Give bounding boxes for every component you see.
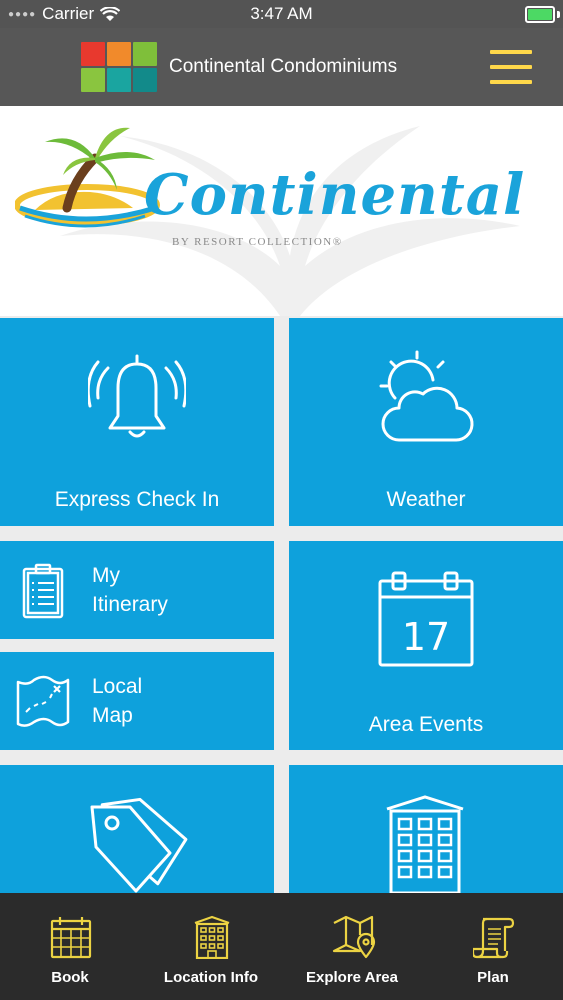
tab-location-info-label: Location Info — [163, 969, 259, 986]
tab-plan[interactable]: Plan — [423, 893, 563, 1000]
local-map-label-line1: Local — [92, 675, 143, 698]
battery-tip — [557, 11, 560, 18]
brand-name: Continental — [144, 162, 526, 228]
brand-subtitle: BY RESORT COLLECTION® — [172, 236, 343, 248]
hotel-building-icon — [194, 915, 230, 959]
tab-book-label: Book — [51, 969, 89, 986]
menu-line — [490, 50, 532, 54]
my-itinerary-label-line1: My — [92, 564, 120, 587]
weather-icon — [379, 350, 474, 442]
logo-square-5 — [107, 68, 131, 92]
weather-tile[interactable]: Weather — [289, 318, 563, 526]
treasure-map-icon — [16, 675, 70, 727]
battery-icon — [525, 6, 555, 23]
my-itinerary-tile[interactable]: My Itinerary — [0, 541, 274, 639]
weather-label: Weather — [386, 488, 466, 511]
clock: 3:47 AM — [250, 4, 313, 23]
menu-line — [490, 80, 532, 84]
deals-tile[interactable] — [0, 765, 274, 893]
tab-bar: Book Location Info Explore Area Plan — [0, 893, 563, 1000]
palm-island-logo — [15, 127, 160, 228]
status-bar: ●●●● Carrier 3:47 AM — [0, 0, 563, 28]
local-map-label-line2: Map — [92, 704, 133, 727]
map-pin-icon — [332, 915, 376, 959]
price-tag-icon — [90, 797, 188, 893]
logo-square-6 — [133, 68, 157, 92]
scroll-plan-icon — [473, 917, 515, 959]
express-check-in-tile[interactable]: Express Check In — [0, 318, 274, 526]
logo-square-4 — [81, 68, 105, 92]
my-itinerary-label-line2: Itinerary — [92, 593, 168, 616]
area-events-label: Area Events — [368, 713, 484, 736]
logo-square-1 — [81, 42, 105, 66]
calendar-grid-icon — [50, 917, 92, 959]
express-check-in-label: Express Check In — [54, 488, 220, 511]
calendar-day: 17 — [401, 615, 451, 659]
logo-square-3 — [133, 42, 157, 66]
tab-explore-area-label: Explore Area — [306, 969, 398, 986]
app-logo — [81, 42, 157, 92]
nav-bar: Continental Condominiums — [0, 28, 563, 106]
tab-explore-area[interactable]: Explore Area — [282, 893, 422, 1000]
brand-header: Continental BY RESORT COLLECTION® — [0, 106, 563, 316]
area-events-tile[interactable]: 17 Area Events — [289, 541, 563, 750]
menu-line — [490, 65, 532, 69]
tab-book[interactable]: Book — [0, 893, 140, 1000]
building-icon — [386, 795, 464, 893]
menu-button[interactable] — [490, 50, 532, 84]
app-title: Continental Condominiums — [169, 56, 398, 77]
bell-icon — [88, 354, 186, 438]
tab-location-info[interactable]: Location Info — [141, 893, 281, 1000]
logo-square-2 — [107, 42, 131, 66]
tab-plan-label: Plan — [477, 969, 509, 986]
clipboard-icon — [22, 563, 64, 619]
accommodations-tile[interactable] — [289, 765, 563, 893]
local-map-tile[interactable]: Local Map — [0, 652, 274, 750]
